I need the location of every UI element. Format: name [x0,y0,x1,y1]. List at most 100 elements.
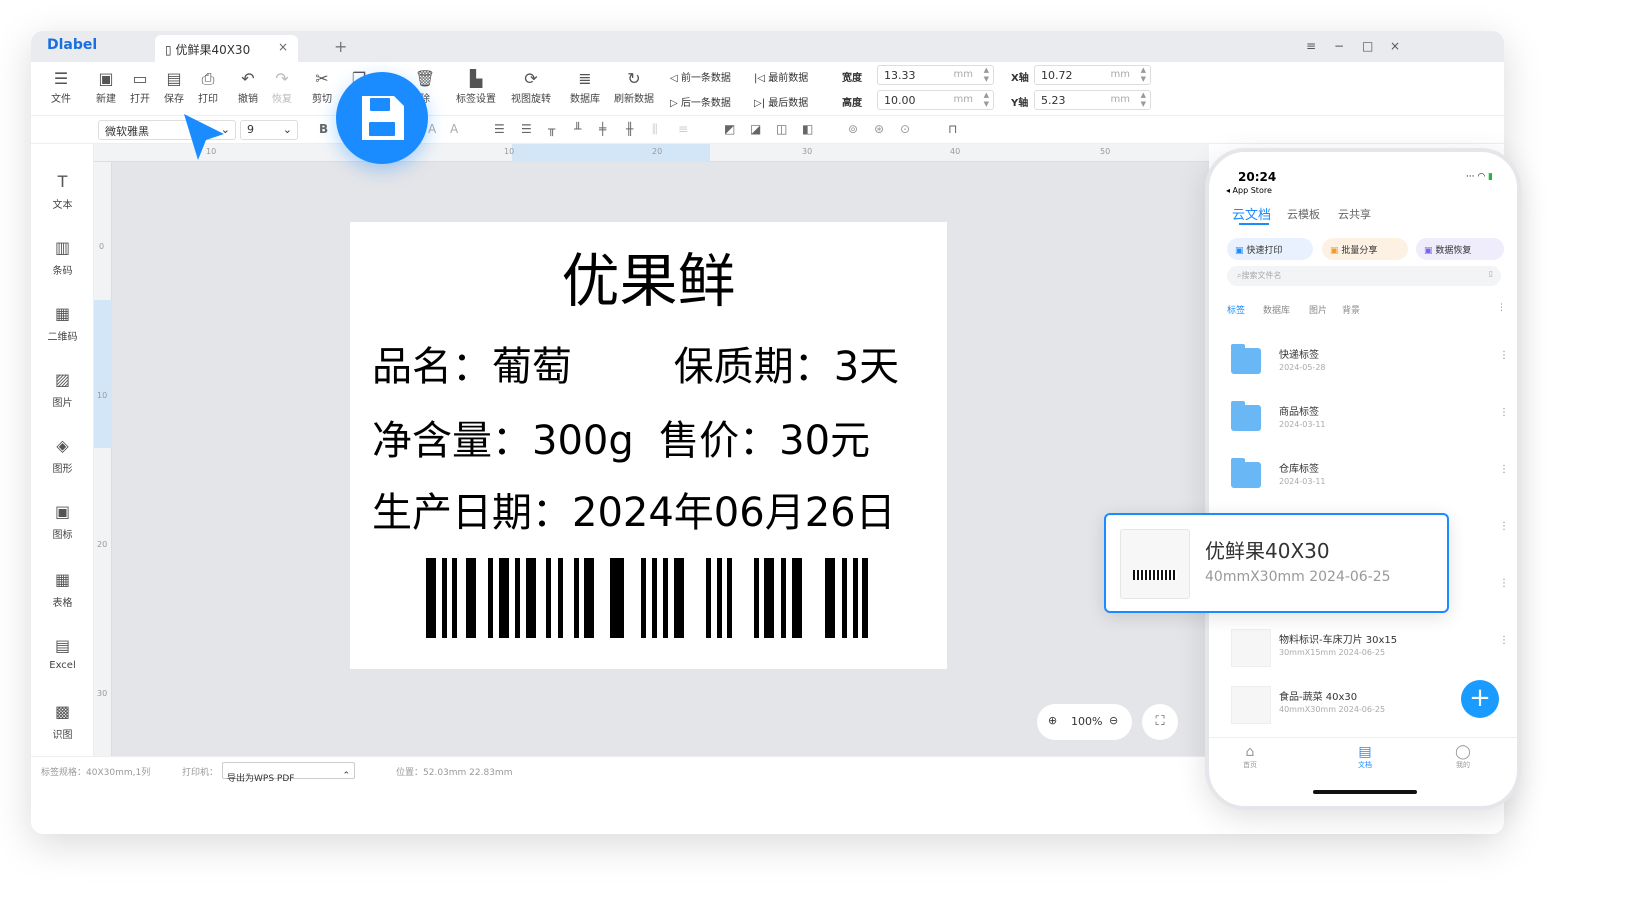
sidebar-item-barcode[interactable]: ▥ 条码 [31,238,94,277]
menu-button[interactable]: ≡ [1306,39,1316,53]
subtab-labels[interactable]: 标签 [1227,303,1245,316]
maximize-button[interactable]: □ [1362,39,1373,53]
align-bottom-icon[interactable]: ╨ [574,122,581,136]
first-data-button[interactable]: |◁ 最前数据 [754,69,808,84]
more-icon[interactable]: ⋮ [1499,578,1509,589]
more-icon[interactable]: ⋮ [1499,407,1509,418]
nav-profile[interactable]: ◯ 我的 [1443,744,1483,770]
align-right-icon[interactable]: ☰ [521,122,532,136]
distribute-h-icon[interactable]: ⫼ [652,122,658,137]
ungroup-icon[interactable]: ◧ [802,122,813,136]
nav-home[interactable]: ⌂ 首页 [1230,744,1270,770]
chip-quick-print[interactable]: ▣ 快速打印 [1227,238,1313,260]
bold-button[interactable]: B [319,122,328,136]
label-name-shelf-text[interactable]: 品名：葡萄 保质期：3天 [372,334,899,392]
list-item[interactable]: 快递标签 2024-05-28 ⋮ [1227,340,1509,390]
phone-search-input[interactable]: ⌕搜索文件名 ▯ [1227,266,1501,286]
nav-docs[interactable]: ▤ 文档 [1345,744,1385,770]
prev-data-button[interactable]: ◁ 前一条数据 [670,69,731,84]
subtab-backgrounds[interactable]: 背景 [1342,303,1360,316]
width-field[interactable]: 13.33 mm ▲ ▼ [877,65,994,85]
y-axis-field[interactable]: 5.23 mm ▲ ▼ [1034,90,1151,110]
tab-close-button[interactable]: × [278,40,288,54]
label-barcode[interactable] [426,558,870,638]
chip-data-recovery[interactable]: ▣ 数据恢复 [1416,238,1504,260]
label-title-text[interactable]: 优果鲜 [350,234,947,318]
print-button[interactable]: ⎙ 打印 [188,68,228,105]
align-hcenter-icon[interactable]: ╫ [626,122,633,136]
list-item[interactable]: 仓库标签 2024-03-11 ⋮ [1227,454,1509,504]
list-item[interactable]: 物料标识-车床刀片 30x15 30mmX15mm 2024-06-25 ⋮ [1227,625,1509,675]
subtab-more-icon[interactable]: ⋮ [1497,303,1506,313]
align-top-icon[interactable]: ╥ [548,122,555,136]
height-spinner-icon[interactable]: ▲ ▼ [984,91,989,109]
subtab-database[interactable]: 数据库 [1263,303,1290,316]
label-preview[interactable]: 优果鲜 品名：葡萄 保质期：3天 净含量：300g 售价：30元 生产日期：20… [350,222,947,669]
tab-cloud-share[interactable]: 云共享 [1338,206,1371,222]
minimize-button[interactable]: − [1334,39,1344,53]
label-settings-button[interactable]: ▙ 标签设置 [451,68,501,105]
tab-cloud-docs[interactable]: 云文档 [1232,204,1271,223]
y-spinner-icon[interactable]: ▲ ▼ [1141,91,1146,109]
tab-cloud-templates[interactable]: 云模板 [1287,206,1320,222]
sidebar-item-table[interactable]: ▦ 表格 [31,570,94,609]
next-data-button[interactable]: ▷ 后一条数据 [670,94,731,109]
sidebar-item-qrcode[interactable]: ▦ 二维码 [31,304,94,343]
align-left-icon[interactable]: ☰ [494,122,505,136]
last-data-button[interactable]: ▷| 最后数据 [754,94,808,109]
design-canvas[interactable]: 优果鲜 品名：葡萄 保质期：3天 净含量：300g 售价：30元 生产日期：20… [112,162,1209,756]
sidebar-item-recognize[interactable]: ▩ 识图 [31,702,94,741]
label-date-text[interactable]: 生产日期：2024年06月26日 [372,480,896,538]
rotate-90-icon[interactable]: ⊚ [848,122,858,136]
add-fab-button[interactable]: + [1461,680,1499,718]
group-icon[interactable]: ◫ [776,122,787,136]
rotate-180-icon[interactable]: ⊛ [874,122,884,136]
sidebar-item-logo[interactable]: ▣ 图标 [31,502,94,541]
align-vcenter-icon[interactable]: ╪ [599,122,606,136]
width-spinner-icon[interactable]: ▲ ▼ [984,66,989,84]
close-window-button[interactable]: × [1390,39,1400,53]
list-item[interactable]: 商品标签 2024-03-11 ⋮ [1227,397,1509,447]
bring-front-icon[interactable]: ◩ [724,122,735,136]
sidebar-item-text[interactable]: T 文本 [31,172,94,211]
document-tab[interactable]: ▯ 优鲜果40X30 × [155,35,298,62]
view-rotate-button[interactable]: ⟳ 视图旋转 [506,68,556,105]
chip-batch-share[interactable]: ▣ 批量分享 [1322,238,1408,260]
send-back-icon[interactable]: ◪ [750,122,761,136]
refresh-data-button[interactable]: ↻ 刷新数据 [609,68,659,105]
more-icon[interactable]: ⋮ [1499,635,1509,646]
subtab-images[interactable]: 图片 [1309,303,1327,316]
phone-time: 20:24 [1238,170,1277,184]
saved-file-card[interactable]: 优鲜果40X30 40mmX30mm 2024-06-25 [1104,513,1449,613]
rotate-270-icon[interactable]: ⊙ [900,122,910,136]
font-size-select[interactable]: 9 ⌄ [240,120,298,140]
zoom-in-icon[interactable]: ⊕ [1048,714,1057,727]
more-icon[interactable]: ⋮ [1499,521,1509,532]
height-field[interactable]: 10.00 mm ▲ ▼ [877,90,994,110]
printer-select[interactable]: 导出为WPS PDF ⌃ [222,762,355,784]
more-icon[interactable]: ⋮ [1499,350,1509,361]
lock-icon[interactable]: ⊓ [948,122,957,136]
font-grow-icon[interactable]: A [428,122,436,136]
file-menu-button[interactable]: ☰ 文件 [41,68,81,105]
database-button[interactable]: ≣ 数据库 [565,68,605,105]
distribute-v-icon[interactable]: ≡ [678,122,688,136]
save-highlight-badge[interactable] [336,72,428,164]
redo-button[interactable]: ↷ 恢复 [262,68,302,105]
scan-icon[interactable]: ▯ [1489,269,1493,278]
x-axis-unit: mm [1110,69,1130,80]
sidebar-item-excel[interactable]: ▤ Excel [31,636,94,671]
shape-icon: ◈ [56,436,69,455]
more-icon[interactable]: ⋮ [1499,464,1509,475]
new-tab-button[interactable]: + [334,37,347,56]
x-axis-field[interactable]: 10.72 mm ▲ ▼ [1034,65,1151,85]
fit-screen-icon[interactable]: ⛶ [1142,704,1178,740]
sidebar-item-shape[interactable]: ◈ 图形 [31,436,94,475]
zoom-out-icon[interactable]: ⊖ [1109,714,1118,727]
print-chip-icon: ▣ [1235,246,1247,256]
sidebar-item-image[interactable]: ▨ 图片 [31,370,94,409]
x-spinner-icon[interactable]: ▲ ▼ [1141,66,1146,84]
font-shrink-icon[interactable]: A [450,122,458,136]
back-to-app-store[interactable]: ◂ App Store [1226,186,1272,195]
label-weight-price-text[interactable]: 净含量：300g 售价：30元 [372,408,870,466]
